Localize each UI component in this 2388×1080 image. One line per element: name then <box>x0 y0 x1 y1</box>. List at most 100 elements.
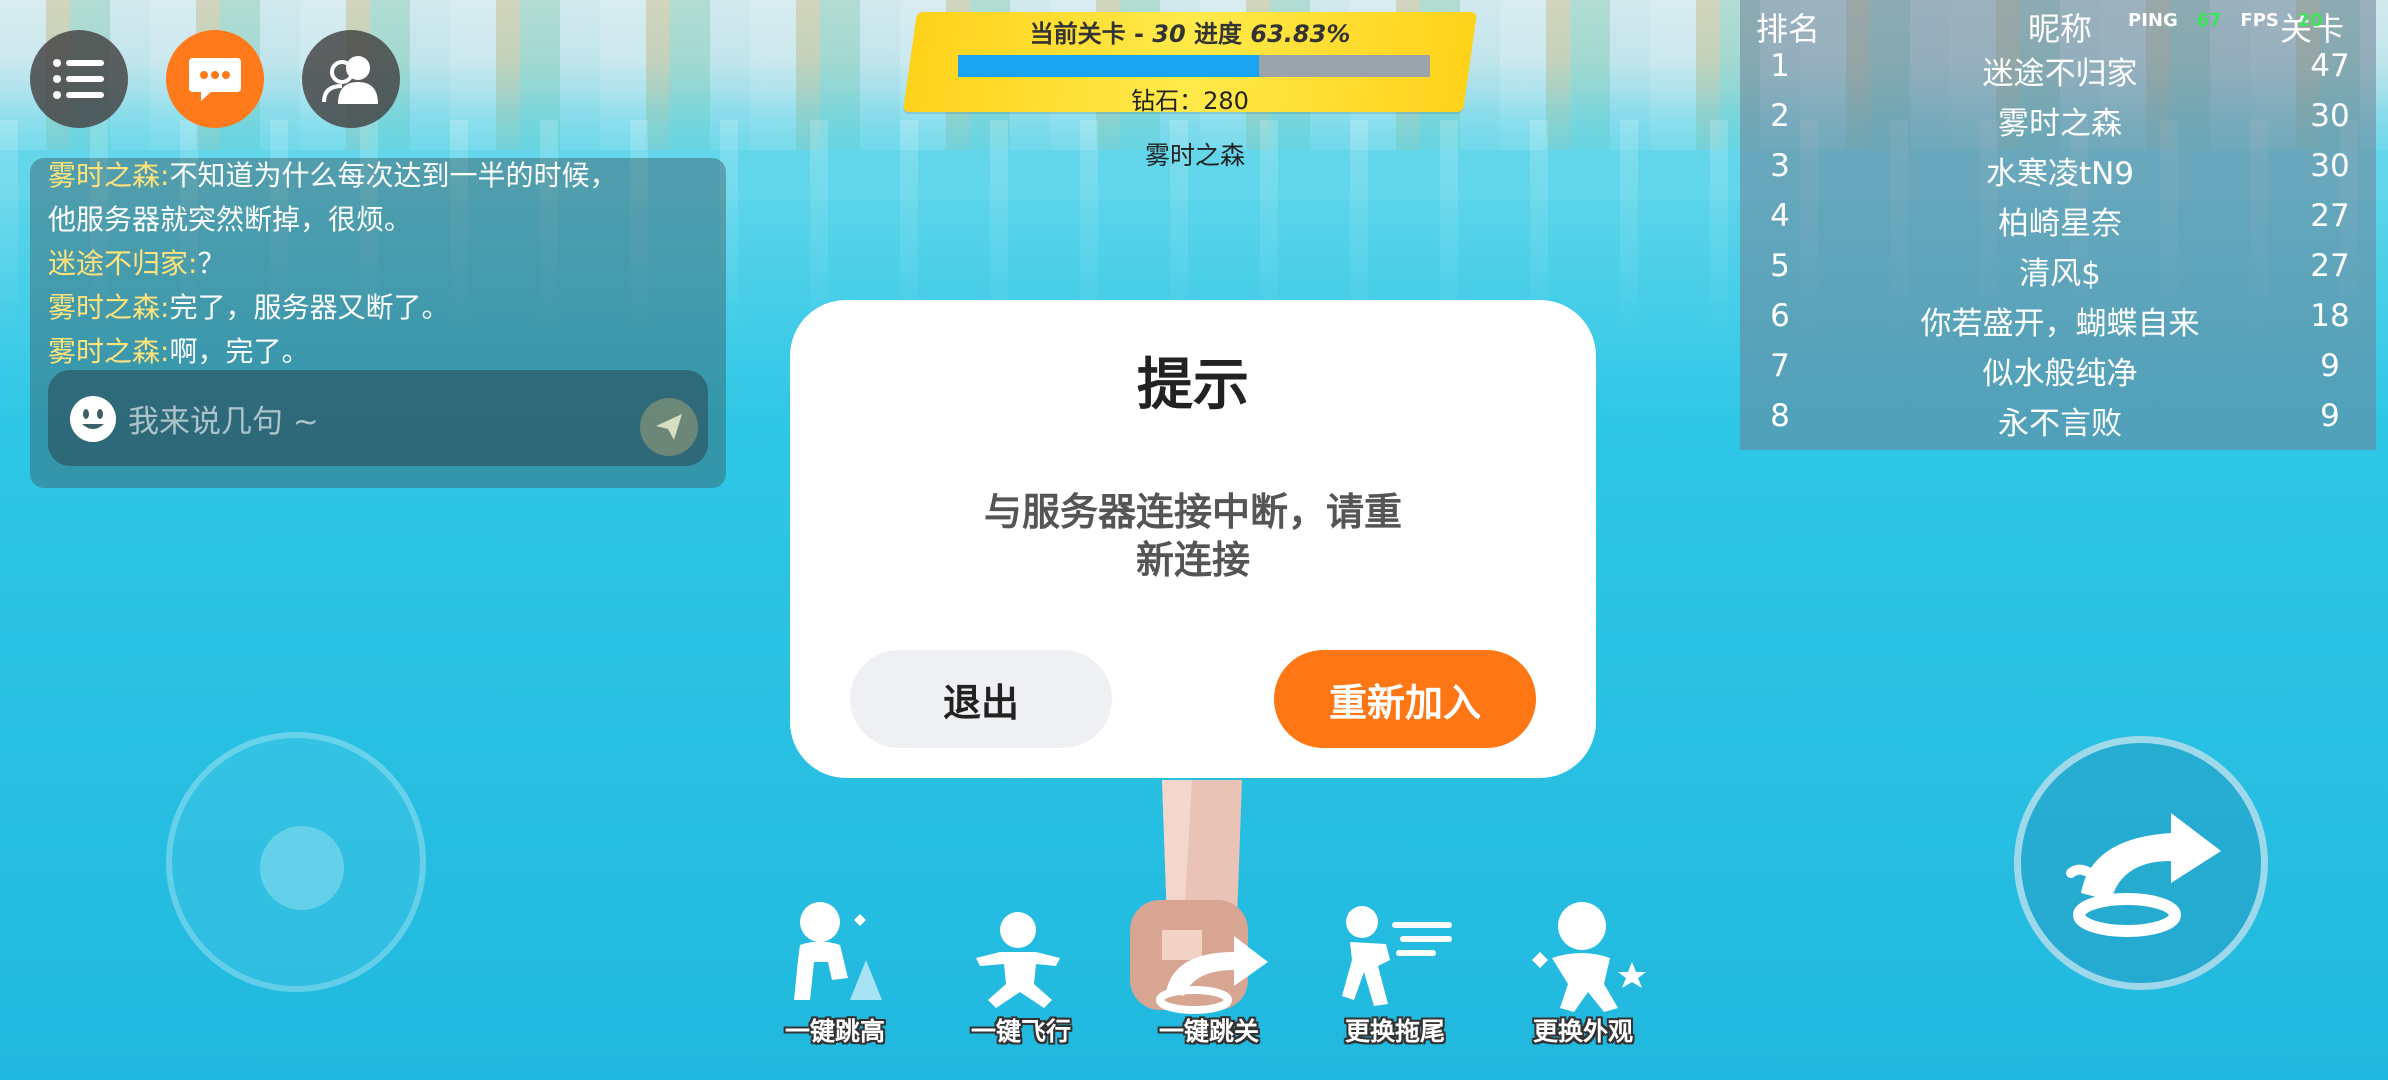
skill-skip-level[interactable]: 一键跳关 <box>1134 900 1284 1050</box>
diamond-count: 钻石：280 <box>1131 87 1249 115</box>
nickname-cell: 永不言败 <box>1998 406 2122 442</box>
skill-label: 一键飞行 <box>970 1017 1071 1046</box>
leaderboard-row: 4 柏崎星奈 27 <box>1740 198 2376 248</box>
menu-button[interactable] <box>30 30 128 128</box>
send-button[interactable] <box>640 398 698 456</box>
leaderboard-row: 5 清风$ 27 <box>1740 248 2376 298</box>
level-cell: 27 <box>2310 248 2350 284</box>
trail-icon <box>1342 906 1452 1006</box>
chat-input-placeholder[interactable]: 我来说几句 ~ <box>128 396 319 441</box>
skill-label: 一键跳关 <box>1158 1017 1259 1046</box>
chat-username: 雾时之森: <box>48 291 170 324</box>
nickname-cell: 雾时之森 <box>1998 106 2122 142</box>
friends-icon <box>322 56 378 104</box>
dialog-message-line: 与服务器连接中断，请重 <box>983 490 1402 534</box>
level-progress-text: 当前关卡 - 30 进度 63.83% <box>910 14 1470 49</box>
jump-arrow-icon <box>2066 813 2221 937</box>
dialog-message-line: 新连接 <box>1135 538 1250 582</box>
fps-value: 20 <box>2297 10 2323 31</box>
chat-text: 完了，服务器又断了。 <box>169 291 450 324</box>
chat-bubble-icon <box>189 58 241 101</box>
network-status: PING 67 FPS 20 <box>2128 10 2323 31</box>
player-name-tag: 雾时之森 <box>1144 141 1245 170</box>
progress-bar-fill <box>958 55 1260 77</box>
skip-level-icon <box>1156 936 1268 1014</box>
skill-jump-high[interactable]: 一键跳高 <box>760 900 910 1050</box>
emoji-icon[interactable] <box>68 394 118 444</box>
current-level-value: 30 <box>1152 20 1186 48</box>
chat-username: 雾时之森: <box>48 335 170 368</box>
ping-value: 67 <box>2196 10 2222 31</box>
progress-label: 进度 <box>1185 20 1251 48</box>
dialog-title: 提示 <box>1137 353 1249 418</box>
chat-message: 雾时之森:完了，服务器又断了。 <box>48 286 708 330</box>
level-cell: 18 <box>2310 298 2350 334</box>
chat-message: 他服务器就突然断掉，很烦。 <box>48 198 708 242</box>
header-rank: 排名 <box>1756 10 1821 48</box>
rank-value: 8 <box>1770 398 1790 434</box>
leaderboard: 排名 昵称 关卡 1 迷途不归家 47 2 雾时之森 30 3 水寒凌tN9 30 4 柏崎星奈 27… <box>1740 0 2376 450</box>
leaderboard-row: 2 雾时之森 30 <box>1740 98 2376 148</box>
chat-button[interactable] <box>166 30 264 128</box>
chat-text: ？ <box>197 247 226 280</box>
disconnect-dialog: 提示 与服务器连接中断，请重 新连接 退出 重新加入 <box>790 300 1596 778</box>
send-plane-icon <box>656 414 682 440</box>
friends-button[interactable] <box>302 30 400 128</box>
level-cell: 30 <box>2310 148 2350 184</box>
chat-username: 迷途不归家: <box>48 247 198 280</box>
ping-label: PING <box>2128 10 2178 31</box>
chat-username: 雾时之森: <box>48 159 170 192</box>
chat-message: 雾时之森:不知道为什么每次达到一半的时候， <box>48 158 708 198</box>
chat-text: 他服务器就突然断掉，很烦。 <box>48 203 413 236</box>
chat-messages: 雾时之森:不知道为什么每次达到一半的时候， 他服务器就突然断掉，很烦。 迷途不归… <box>48 158 708 374</box>
rank-value: 3 <box>1770 148 1790 184</box>
level-cell: 30 <box>2310 98 2350 134</box>
chat-text: 不知道为什么每次达到一半的时候， <box>169 159 618 192</box>
nickname-cell: 似水般纯净 <box>1982 356 2138 392</box>
rank-value: 6 <box>1770 298 1790 334</box>
outfit-icon <box>1532 902 1646 1012</box>
skill-label: 一键跳高 <box>784 1017 885 1046</box>
nickname-cell: 清风$ <box>2019 256 2101 292</box>
chat-text: 啊，完了。 <box>169 335 310 368</box>
progress-bar <box>958 55 1430 77</box>
level-cell: 27 <box>2310 198 2350 234</box>
leaderboard-row: 8 永不言败 9 <box>1740 398 2376 448</box>
chat-input-box[interactable]: 我来说几句 ~ <box>48 370 708 466</box>
nickname-cell: 水寒凌tN9 <box>1985 156 2135 192</box>
rank-value: 7 <box>1770 348 1790 384</box>
fps-label: FPS <box>2240 10 2279 31</box>
nickname-cell: 你若盛开，蝴蝶自来 <box>1920 306 2200 342</box>
chat-panel: 雾时之森:不知道为什么每次达到一半的时候， 他服务器就突然断掉，很烦。 迷途不归… <box>30 158 726 488</box>
level-cell: 9 <box>2320 398 2340 434</box>
fly-icon <box>976 912 1060 1008</box>
rejoin-button[interactable]: 重新加入 <box>1274 650 1536 748</box>
movement-joystick[interactable] <box>166 732 426 992</box>
chat-message: 雾时之森:啊，完了。 <box>48 330 708 374</box>
jump-button[interactable] <box>2014 736 2268 990</box>
dialog-message: 与服务器连接中断，请重 新连接 <box>950 488 1436 584</box>
menu-list-icon <box>53 59 104 99</box>
exit-button[interactable]: 退出 <box>850 650 1112 748</box>
skill-change-trail[interactable]: 更换拖尾 <box>1320 900 1470 1050</box>
joystick-knob[interactable] <box>260 826 344 910</box>
level-cell: 47 <box>2310 48 2350 84</box>
skill-fly[interactable]: 一键飞行 <box>946 900 1096 1050</box>
rank-value: 2 <box>1770 98 1790 134</box>
jump-high-icon <box>794 902 882 1000</box>
leaderboard-row: 6 你若盛开，蝴蝶自来 18 <box>1740 298 2376 348</box>
leaderboard-row: 3 水寒凌tN9 30 <box>1740 148 2376 198</box>
leaderboard-rows: 1 迷途不归家 47 2 雾时之森 30 3 水寒凌tN9 30 4 柏崎星奈 27 5 清风$ 27 6 你若… <box>1740 48 2376 448</box>
rank-value: 1 <box>1770 48 1790 84</box>
progress-percent: 63.83% <box>1250 20 1351 48</box>
header-nickname: 昵称 <box>2027 10 2092 48</box>
skill-change-outfit[interactable]: 更换外观 <box>1508 900 1658 1050</box>
nickname-cell: 迷途不归家 <box>1982 56 2138 92</box>
current-level-label: 当前关卡 - <box>1029 20 1153 48</box>
skill-label: 更换外观 <box>1532 1017 1633 1046</box>
level-cell: 9 <box>2320 348 2340 384</box>
rank-value: 4 <box>1770 198 1790 234</box>
skill-label: 更换拖尾 <box>1344 1017 1445 1046</box>
nickname-cell: 柏崎星奈 <box>1998 206 2122 242</box>
leaderboard-row: 1 迷途不归家 47 <box>1740 48 2376 98</box>
